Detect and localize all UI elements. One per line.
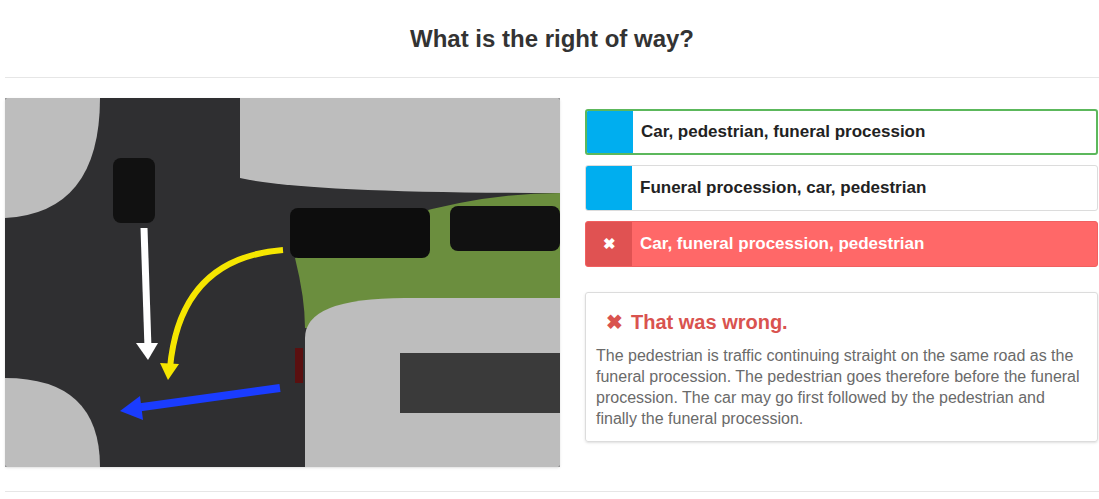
- option-marker: ✖: [586, 222, 632, 266]
- content: Car, pedestrian, funeral procession Funer…: [0, 78, 1099, 467]
- wrong-mark-icon: ✖: [603, 233, 616, 256]
- option-label: Car, funeral procession, pedestrian: [632, 222, 932, 266]
- option-label: Funeral procession, car, pedestrian: [632, 166, 934, 210]
- feedback-box: ✖That was wrong. The pedestrian is traffi…: [585, 292, 1098, 442]
- question-title: What is the right of way?: [410, 21, 694, 57]
- answer-option[interactable]: Funeral procession, car, pedestrian: [585, 165, 1098, 211]
- intersection-icon: [5, 98, 560, 467]
- title-bar: What is the right of way?: [5, 0, 1099, 78]
- page: What is the right of way? Car, pedestrian…: [0, 0, 1099, 499]
- situation-image: [5, 98, 560, 467]
- answer-panel: Car, pedestrian, funeral procession Funer…: [585, 98, 1098, 467]
- feedback-title: ✖That was wrong.: [596, 307, 1087, 337]
- option-list: Car, pedestrian, funeral procession Funer…: [585, 109, 1098, 267]
- option-marker: [586, 166, 632, 210]
- option-marker: [587, 111, 633, 153]
- bottom-divider: [5, 491, 1099, 492]
- answer-option[interactable]: ✖ Car, funeral procession, pedestrian: [585, 221, 1098, 267]
- option-label: Car, pedestrian, funeral procession: [633, 111, 933, 153]
- feedback-text: The pedestrian is traffic continuing str…: [596, 345, 1087, 429]
- cross-icon: ✖: [606, 307, 623, 337]
- answer-option[interactable]: Car, pedestrian, funeral procession: [585, 109, 1098, 155]
